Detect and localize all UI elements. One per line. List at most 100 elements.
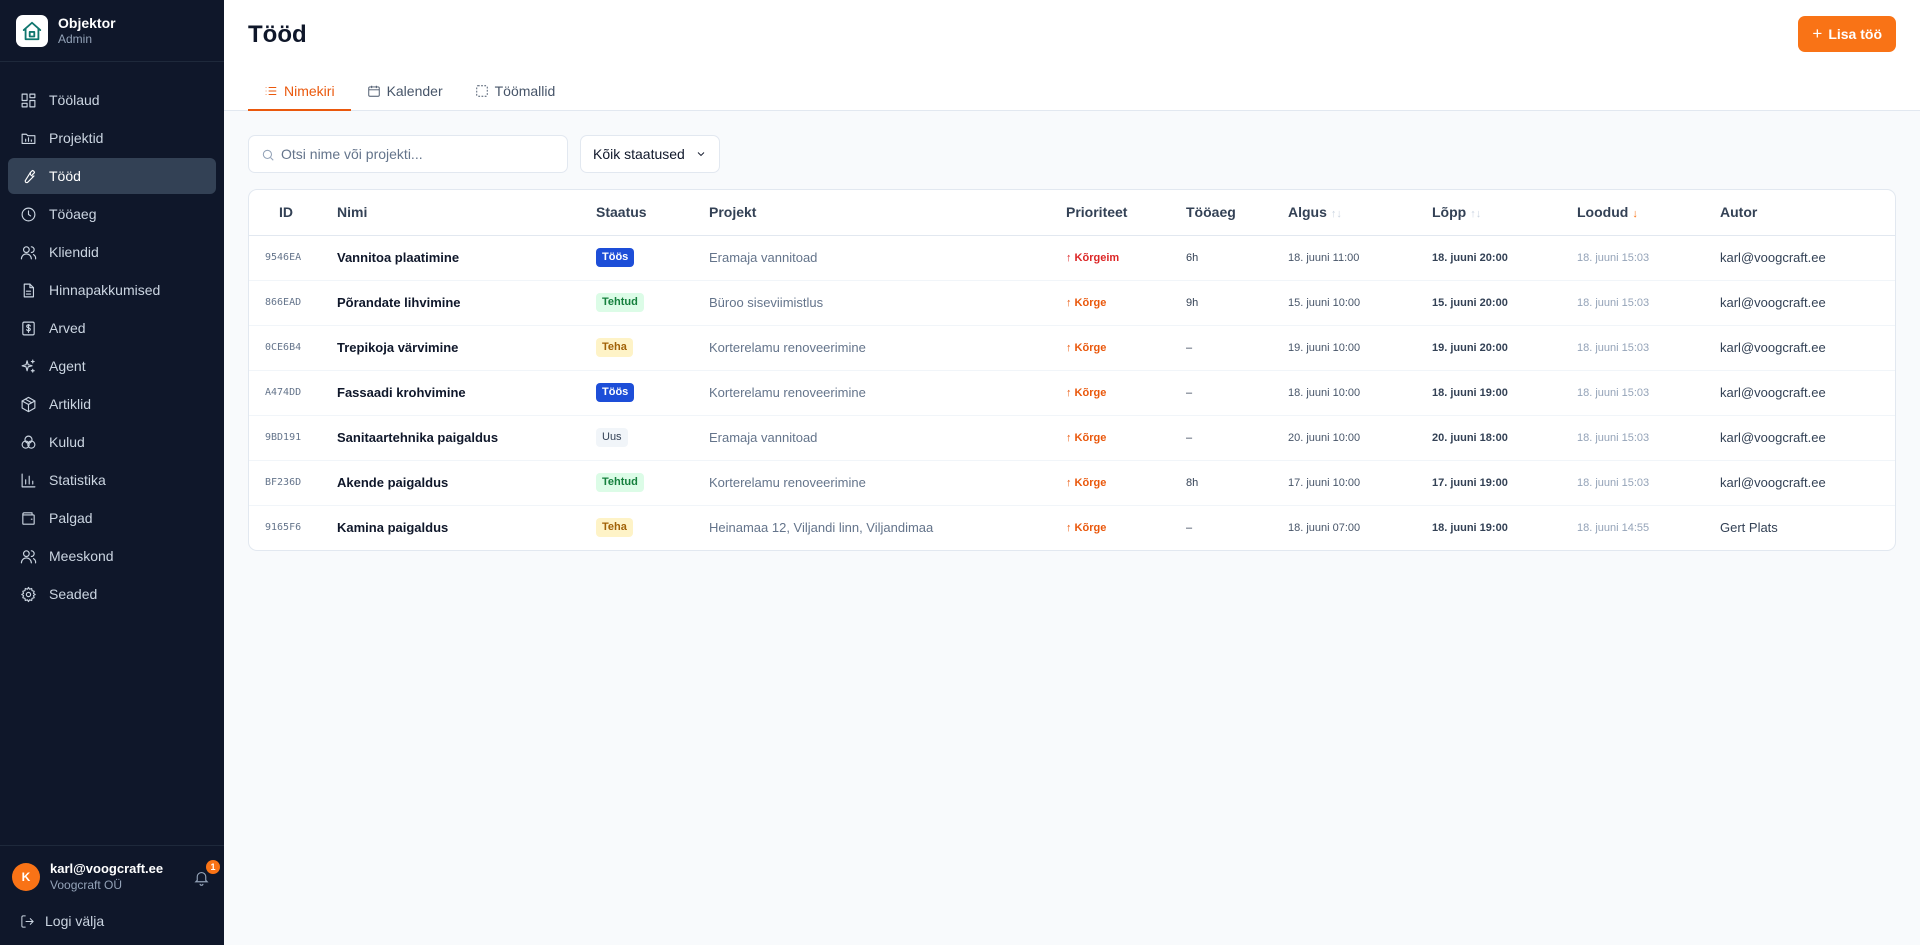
job-status-cell: Tehtud [596, 280, 709, 326]
search-box [248, 135, 568, 173]
job-created-cell: 18. juuni 15:03 [1577, 235, 1720, 281]
job-author-cell: Gert Plats [1720, 520, 1778, 536]
sidebar-item-label: Arved [49, 320, 86, 336]
job-priority-cell: ↑ Kõrgeim [1066, 235, 1186, 281]
job-author-cell: karl@voogcraft.ee [1720, 370, 1895, 416]
job-name-cell: Põrandate lihvimine [337, 280, 596, 326]
table-row[interactable]: A474DD Fassaadi krohvimine Töös Korterelamu… [249, 370, 1895, 416]
notification-count-badge: 1 [206, 860, 220, 874]
job-work-time-cell: 6h [1186, 235, 1288, 281]
job-work-time-cell: – [1186, 370, 1288, 416]
logout-label: Logi välja [45, 913, 105, 929]
sidebar-item-kliendid[interactable]: Kliendid [8, 234, 216, 270]
sidebar-item-palgad[interactable]: Palgad [8, 500, 216, 536]
status-filter-value: Kõik staatused [593, 146, 685, 162]
sidebar-item-label: Seaded [49, 586, 98, 602]
job-name-cell: Trepikoja värvimine [337, 325, 596, 371]
job-start-cell: 17. juuni 10:00 [1288, 460, 1432, 506]
wrench-icon [24, 169, 36, 183]
folder-icon [21, 133, 36, 144]
job-status-cell: Teha [596, 505, 709, 550]
sidebar-item-label: Tööaeg [49, 206, 97, 222]
users-icon [20, 245, 37, 259]
sidebar-item-hinnapakkumised[interactable]: Hinnapakkumised [8, 272, 216, 308]
sidebar-item-tooaeg[interactable]: Tööaeg [8, 196, 216, 232]
column-header-start[interactable]: Algus ↑↓ [1288, 190, 1432, 236]
job-status-cell: Töös [596, 370, 709, 416]
job-name-cell: Vannitoa plaatimine [337, 235, 596, 281]
sidebar-item-label: Töölaud [49, 92, 100, 108]
table-row[interactable]: 9546EA Vannitoa plaatimine Töös Eramaja van… [249, 235, 1895, 281]
user-profile[interactable]: K karl@voogcraft.ee Voogcraft OÜ 1 [12, 858, 220, 896]
tab-calendar[interactable]: Kalender [351, 72, 459, 110]
job-name-cell: Kamina paigaldus [337, 520, 449, 536]
status-badge: Tehtud [596, 293, 644, 312]
sidebar-item-seaded[interactable]: Seaded [8, 576, 216, 612]
search-input[interactable] [249, 136, 567, 172]
sidebar: Objektor Admin Töölaud Projektid Tööd Tö… [0, 0, 224, 945]
brand[interactable]: Objektor Admin [0, 0, 224, 62]
sidebar-item-arved[interactable]: Arved [8, 310, 216, 346]
job-work-time-cell: – [1186, 521, 1193, 534]
sidebar-item-artiklid[interactable]: Artiklid [8, 386, 216, 422]
status-filter-select[interactable]: Kõik staatused [580, 135, 720, 173]
avatar: K [12, 863, 40, 891]
job-created-cell: 18. juuni 15:03 [1577, 415, 1720, 461]
tab-templates[interactable]: Töömallid [459, 72, 572, 110]
sidebar-footer: K karl@voogcraft.ee Voogcraft OÜ 1 Logi … [0, 845, 224, 945]
column-header-status: Staatus [596, 190, 709, 236]
job-name-cell: Fassaadi krohvimine [337, 370, 596, 416]
job-priority-cell: ↑ Kõrge [1066, 280, 1186, 326]
job-start-cell: 19. juuni 10:00 [1288, 325, 1432, 371]
job-end-cell: 15. juuni 20:00 [1432, 280, 1577, 326]
sort-desc-icon: ↓ [1632, 208, 1638, 221]
sort-icon: ↑↓ [1330, 208, 1342, 221]
sidebar-item-kulud[interactable]: Kulud [8, 424, 216, 460]
sidebar-item-label: Hinnapakkumised [49, 282, 161, 298]
table-row[interactable]: 866EAD Põrandate lihvimine Tehtud Büroo sis… [249, 280, 1895, 326]
status-badge: Teha [596, 338, 633, 357]
job-priority-cell: ↑ Kõrge [1066, 521, 1107, 534]
sidebar-item-projektid[interactable]: Projektid [8, 120, 216, 156]
package-icon [21, 396, 36, 412]
calendar-icon [367, 85, 380, 97]
job-id-cell: A474DD [249, 370, 337, 416]
job-start-cell: 18. juuni 07:00 [1288, 521, 1361, 534]
tab-list[interactable]: Nimekiri [248, 72, 351, 111]
add-job-button[interactable]: + Lisa töö [1798, 16, 1896, 52]
sidebar-item-label: Agent [49, 358, 86, 374]
table-row[interactable]: BF236D Akende paigaldus Tehtud Korterelamu … [249, 460, 1895, 506]
column-header-end[interactable]: Lõpp ↑↓ [1432, 190, 1577, 236]
table-row[interactable]: 9BD191 Sanitaartehnika paigaldus Uus Eramaj… [249, 415, 1895, 461]
sidebar-item-agent[interactable]: Agent [8, 348, 216, 384]
table-header-row: ID Nimi Staatus Projekt Prioriteet Tööae… [249, 190, 1895, 236]
job-priority-cell: ↑ Kõrge [1066, 325, 1186, 371]
house-icon [16, 14, 48, 47]
page-title: Tööd [248, 21, 307, 48]
table-row[interactable]: 0CE6B4 Trepikoja värvimine Teha Korterelamu… [249, 325, 1895, 371]
job-project-cell: Korterelamu renoveerimine [709, 325, 1066, 371]
team-icon [20, 549, 37, 563]
job-created-cell: 18. juuni 15:03 [1577, 370, 1720, 416]
job-work-time-cell: 8h [1186, 460, 1288, 506]
sidebar-item-tood[interactable]: Tööd [8, 158, 216, 194]
job-priority-cell: ↑ Kõrge [1066, 415, 1186, 461]
job-project-cell: Eramaja vannitoad [709, 415, 1066, 461]
column-header-project: Projekt [709, 190, 1066, 236]
table-row[interactable]: 9165F6 Kamina paigaldus Teha Heinamaa 12, V… [249, 505, 1895, 550]
sidebar-item-toolaud[interactable]: Töölaud [8, 82, 216, 118]
sidebar-item-meeskond[interactable]: Meeskond [8, 538, 216, 574]
job-project-cell: Heinamaa 12, Viljandi linn, Viljandimaa [709, 520, 934, 536]
column-header-name: Nimi [337, 190, 596, 236]
logout-button[interactable]: Logi välja [12, 906, 212, 936]
job-priority-cell: ↑ Kõrge [1066, 370, 1186, 416]
job-status-cell: Teha [596, 325, 709, 371]
notifications-button[interactable]: 1 [190, 860, 220, 888]
job-name-cell: Sanitaartehnika paigaldus [337, 415, 596, 461]
column-header-created[interactable]: Loodud ↓ [1577, 190, 1720, 236]
sidebar-item-label: Statistika [49, 472, 106, 488]
sidebar-item-statistika[interactable]: Statistika [8, 462, 216, 498]
job-created-cell: 18. juuni 15:03 [1577, 460, 1720, 506]
job-author-cell: karl@voogcraft.ee [1720, 415, 1895, 461]
job-priority-cell: ↑ Kõrge [1066, 460, 1186, 506]
